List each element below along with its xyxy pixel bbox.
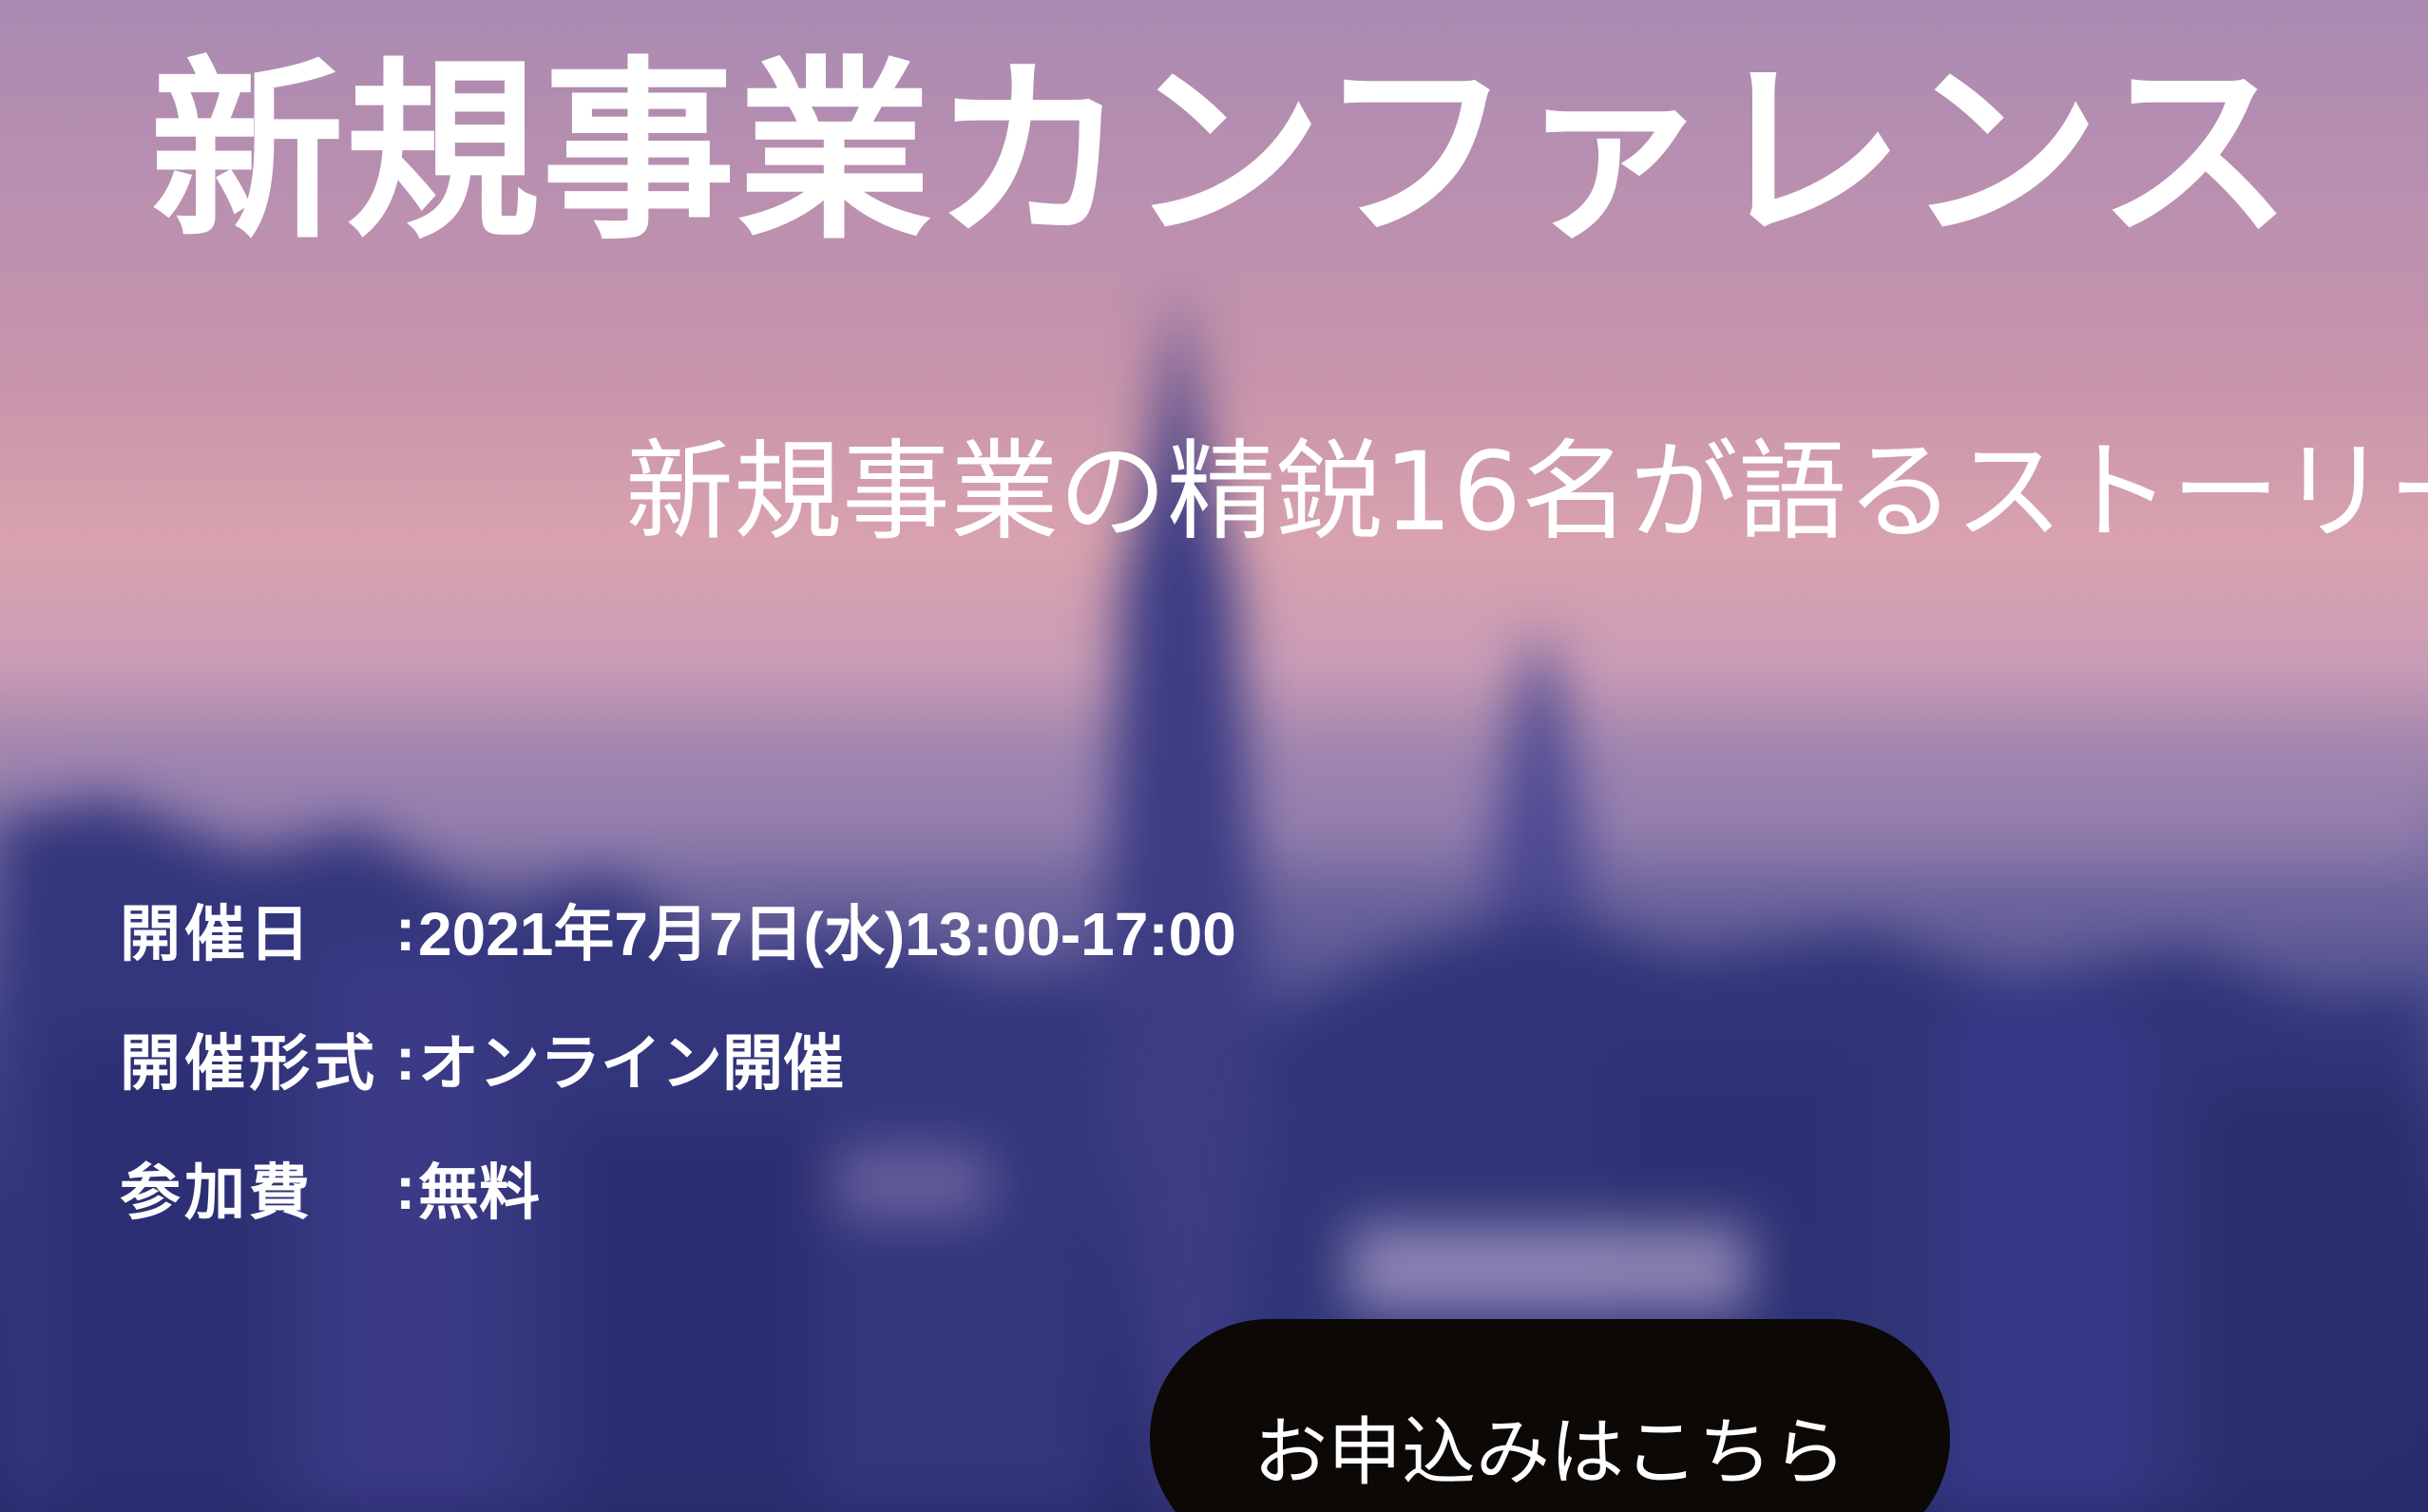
apply-button[interactable]: お申込みはこちら — [1150, 1319, 1950, 1512]
event-info-fee: 参加費 : 無料 — [120, 1123, 1236, 1253]
page-title: 新規事業カンファレンス — [150, 41, 2294, 266]
event-info-colon: : — [395, 1024, 416, 1093]
event-info-format: 開催形式 : オンライン開催 — [120, 994, 1236, 1123]
page-subtitle: 新規事業の精鋭16名が語るストーリー — [625, 429, 2428, 555]
event-info-list: 開催日 : 2021年7月7日(水)13:00-17:00 開催形式 : オンラ… — [120, 865, 1236, 1253]
event-info-value: オンライン開催 — [418, 1029, 844, 1098]
event-info-label: 開催日 — [120, 900, 314, 968]
event-info-value: 無料 — [418, 1158, 540, 1227]
event-info-label: 参加費 — [120, 1158, 314, 1227]
event-info-date: 開催日 : 2021年7月7日(水)13:00-17:00 — [120, 865, 1236, 994]
event-info-colon: : — [395, 1154, 416, 1222]
event-info-value: 2021年7月7日(水)13:00-17:00 — [418, 900, 1236, 968]
hero-section: 新規事業カンファレンス 新規事業の精鋭16名が語るストーリー 開催日 : 202… — [0, 0, 2428, 1512]
event-info-label: 開催形式 — [120, 1029, 378, 1098]
apply-button-label: お申込みはこちら — [1252, 1410, 1846, 1496]
event-info-colon: : — [395, 895, 416, 964]
